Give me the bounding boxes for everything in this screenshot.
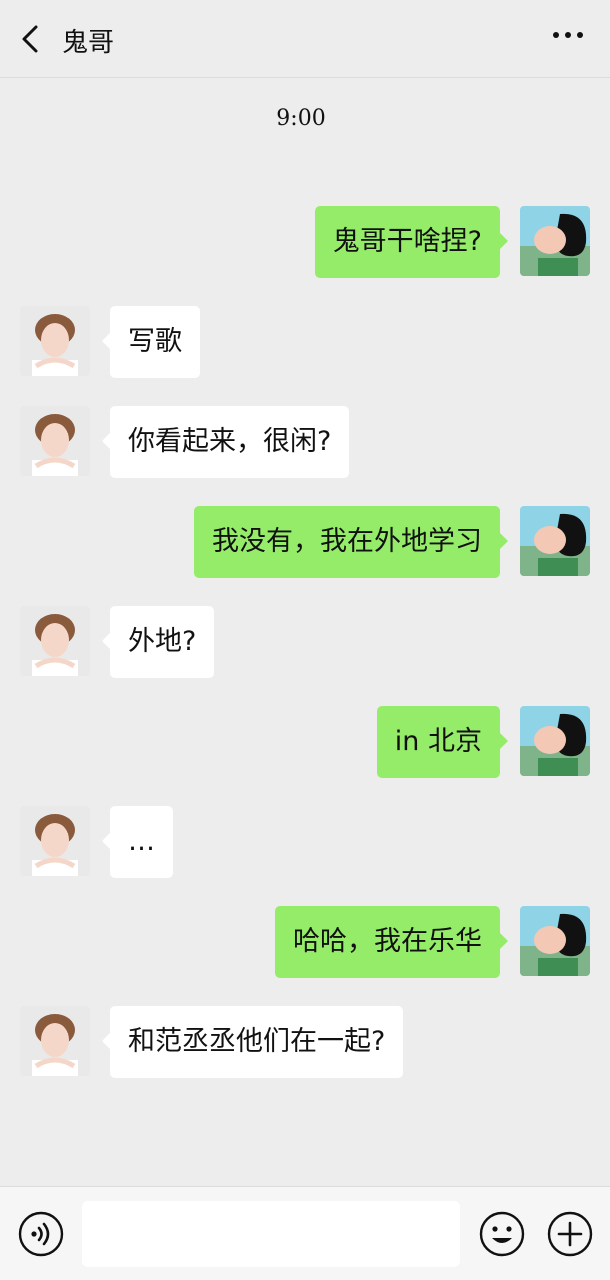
self-avatar[interactable] — [520, 706, 590, 776]
message-row: 我没有，我在外地学习 — [0, 506, 610, 578]
message-row: … — [0, 806, 610, 878]
message-row: 你看起来，很闲? — [0, 406, 610, 478]
message-bubble-contact[interactable]: … — [102, 806, 173, 878]
message-row: 和范丞丞他们在一起? — [0, 1006, 610, 1078]
message-timestamp: 9:00 — [276, 106, 326, 131]
message-bubble-contact[interactable]: 写歌 — [102, 306, 200, 378]
plus-icon[interactable] — [547, 1211, 593, 1257]
message-bubble-contact[interactable]: 和范丞丞他们在一起? — [101, 1006, 404, 1078]
message-row: 外地? — [0, 606, 610, 678]
more-dots-icon[interactable] — [552, 30, 584, 40]
message-bubble-contact[interactable]: 你看起来，很闲? — [101, 406, 350, 478]
contact-avatar[interactable] — [20, 306, 90, 376]
contact-avatar[interactable] — [20, 606, 90, 676]
message-bubble-contact[interactable]: 外地? — [101, 606, 215, 678]
contact-avatar[interactable] — [20, 1006, 90, 1076]
chat-header: 鬼哥 — [0, 0, 610, 78]
input-bar — [0, 1186, 610, 1280]
chevron-left-icon[interactable] — [18, 24, 44, 54]
self-avatar[interactable] — [520, 906, 590, 976]
self-avatar[interactable] — [520, 206, 590, 276]
message-bubble-self[interactable]: 鬼哥干啥捏? — [314, 206, 509, 278]
voice-icon[interactable] — [18, 1211, 64, 1257]
message-bubble-self[interactable]: in 北京 — [376, 706, 509, 778]
message-bubble-self[interactable]: 哈哈，我在乐华 — [275, 906, 508, 978]
message-bubble-self[interactable]: 我没有，我在外地学习 — [194, 506, 508, 578]
contact-avatar[interactable] — [20, 406, 90, 476]
message-row: 鬼哥干啥捏? — [0, 206, 610, 278]
chat-title: 鬼哥 — [62, 28, 115, 58]
message-row: 哈哈，我在乐华 — [0, 906, 610, 978]
contact-avatar[interactable] — [20, 806, 90, 876]
emoji-icon[interactable] — [479, 1211, 525, 1257]
message-input[interactable] — [82, 1201, 460, 1267]
message-row: 写歌 — [0, 306, 610, 378]
message-row: in 北京 — [0, 706, 610, 778]
self-avatar[interactable] — [520, 506, 590, 576]
